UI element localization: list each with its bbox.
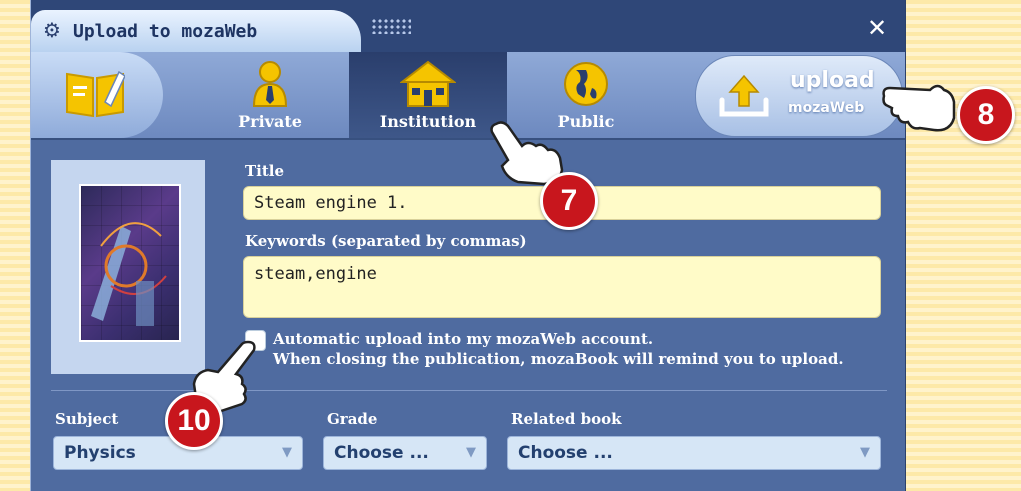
auto-upload-label: Automatic upload into my mozaWeb account…	[273, 330, 654, 348]
pointing-hand-icon	[882, 84, 956, 132]
callout-10: 10	[165, 392, 223, 450]
book-edit-icon	[66, 70, 125, 118]
tab-private-label: Private	[238, 112, 302, 131]
tab-private[interactable]: Private	[191, 52, 349, 138]
globe-icon	[564, 62, 608, 106]
chevron-down-icon: ▼	[282, 445, 292, 460]
book-button[interactable]	[31, 52, 163, 138]
gear-icon: ⚙	[43, 18, 61, 42]
upload-dialog: ⚙ Upload to mozaWeb ✕ Private Institutio…	[30, 0, 906, 491]
upload-button[interactable]: upload mozaWeb	[695, 55, 903, 137]
house-icon	[400, 60, 456, 107]
toolbar: Private Institution Public upload mozaWe…	[31, 52, 905, 140]
related-book-select[interactable]: Choose ... ▼	[507, 436, 881, 470]
drag-grip[interactable]	[371, 18, 411, 34]
close-button[interactable]: ✕	[867, 14, 887, 42]
divider	[51, 390, 887, 391]
title-bar: ⚙ Upload to mozaWeb ✕	[31, 0, 905, 52]
title-label: Title	[245, 162, 285, 180]
steam-engine-illustration	[91, 222, 167, 326]
book-thumbnail	[79, 184, 181, 342]
keywords-label: Keywords (separated by commas)	[245, 232, 527, 250]
upload-sub-label: mozaWeb	[788, 100, 865, 116]
person-icon	[252, 61, 288, 107]
window-title: Upload to mozaWeb	[73, 21, 258, 42]
upload-icon	[719, 74, 769, 117]
callout-7: 7	[540, 172, 598, 230]
subject-label: Subject	[55, 410, 119, 428]
subject-value: Physics	[64, 443, 136, 463]
tab-institution-label: Institution	[379, 112, 477, 131]
title-tab: ⚙ Upload to mozaWeb	[31, 10, 361, 52]
callout-8: 8	[957, 86, 1015, 144]
tab-institution[interactable]: Institution	[349, 52, 507, 138]
grade-label: Grade	[327, 410, 378, 428]
related-book-value: Choose ...	[518, 443, 613, 463]
keywords-field[interactable]: steam,engine	[243, 256, 881, 318]
form-panel: Title Steam engine 1. Keywords (separate…	[31, 140, 905, 491]
grade-select[interactable]: Choose ... ▼	[323, 436, 487, 470]
chevron-down-icon: ▼	[860, 445, 870, 460]
auto-upload-note: When closing the publication, mozaBook w…	[273, 350, 844, 368]
thumbnail-frame	[51, 160, 205, 374]
chevron-down-icon: ▼	[466, 445, 476, 460]
grade-value: Choose ...	[334, 443, 429, 463]
related-book-label: Related book	[511, 410, 622, 428]
upload-main-label: upload	[790, 68, 875, 93]
